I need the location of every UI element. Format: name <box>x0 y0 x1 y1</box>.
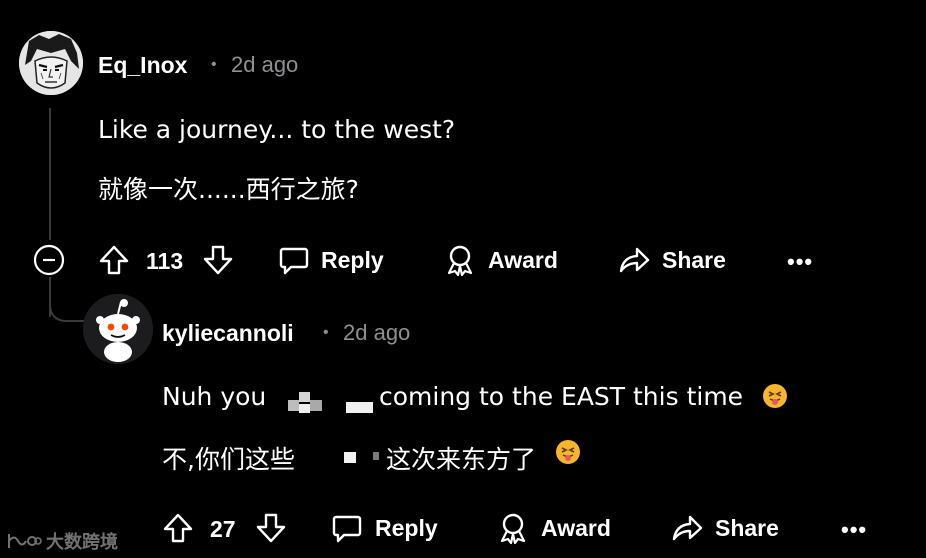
share-arrow-icon <box>672 515 703 541</box>
reply-award-button[interactable]: Award <box>496 511 611 545</box>
award-label: Award <box>541 514 611 541</box>
reply-vote-count: 27 <box>210 516 236 542</box>
reply-avatar[interactable] <box>83 294 153 364</box>
squinting-tongue-emoji-icon <box>556 440 580 464</box>
more-options-button[interactable]: ••• <box>787 249 813 275</box>
reply-share-button[interactable]: Share <box>670 511 779 545</box>
award-button[interactable]: Award <box>443 243 558 277</box>
reply-upvote-button[interactable] <box>161 511 195 550</box>
share-button[interactable]: Share <box>617 243 726 277</box>
reply-timestamp: 2d ago <box>343 320 411 345</box>
comment-timestamp: 2d ago <box>231 52 299 77</box>
share-label: Share <box>662 246 726 273</box>
squinting-tongue-emoji-icon <box>763 384 787 408</box>
manga-avatar-icon <box>19 31 83 95</box>
collapse-thread-button[interactable] <box>33 244 65 276</box>
arrow-down-icon <box>203 245 233 275</box>
reply-text-line1-end: coming to the EAST this time <box>379 382 744 411</box>
speech-bubble-icon <box>332 515 362 543</box>
vote-count: 113 <box>146 248 184 274</box>
comment-username[interactable]: Eq_Inox <box>98 52 187 79</box>
comment-text-line2: 就像一次......西行之旅? <box>98 175 359 204</box>
award-label: Award <box>488 246 558 273</box>
award-ribbon-icon <box>500 513 526 545</box>
downvote-button[interactable] <box>201 243 235 282</box>
reply-button[interactable]: Reply <box>277 243 384 277</box>
reply-text-line2-end: 这次来东方了 <box>386 445 537 474</box>
reply-text-line2-start: 不,你们这些 <box>162 445 295 474</box>
reply-username[interactable]: kyliecannoli <box>162 320 294 347</box>
arrow-down-icon <box>256 513 286 543</box>
comment-text-line1: Like a journey... to the west? <box>98 115 456 144</box>
share-label: Share <box>715 514 779 541</box>
minus-circle-icon <box>33 244 65 276</box>
snoo-avatar-icon <box>83 294 153 364</box>
arrow-up-icon <box>163 513 193 543</box>
reply-downvote-button[interactable] <box>254 511 288 550</box>
watermark-logo-icon <box>8 534 42 548</box>
reply-label: Reply <box>321 246 384 273</box>
reply-more-options-button[interactable]: ••• <box>841 517 867 543</box>
speech-bubble-icon <box>279 247 309 275</box>
arrow-up-icon <box>99 245 129 275</box>
thread-line[interactable] <box>49 108 51 240</box>
reply-reply-button[interactable]: Reply <box>330 511 438 545</box>
share-arrow-icon <box>619 247 650 273</box>
comment-separator: • <box>211 56 217 73</box>
award-ribbon-icon <box>447 245 473 277</box>
avatar[interactable] <box>19 31 83 95</box>
reply-label: Reply <box>375 514 438 541</box>
watermark: 大数跨境 <box>6 528 118 554</box>
reply-separator: • <box>323 324 329 341</box>
reply-text-line1-start: Nuh you <box>162 382 267 411</box>
watermark-text: 大数跨境 <box>46 532 118 553</box>
upvote-button[interactable] <box>97 243 131 282</box>
reply-thread-connector <box>49 296 85 322</box>
